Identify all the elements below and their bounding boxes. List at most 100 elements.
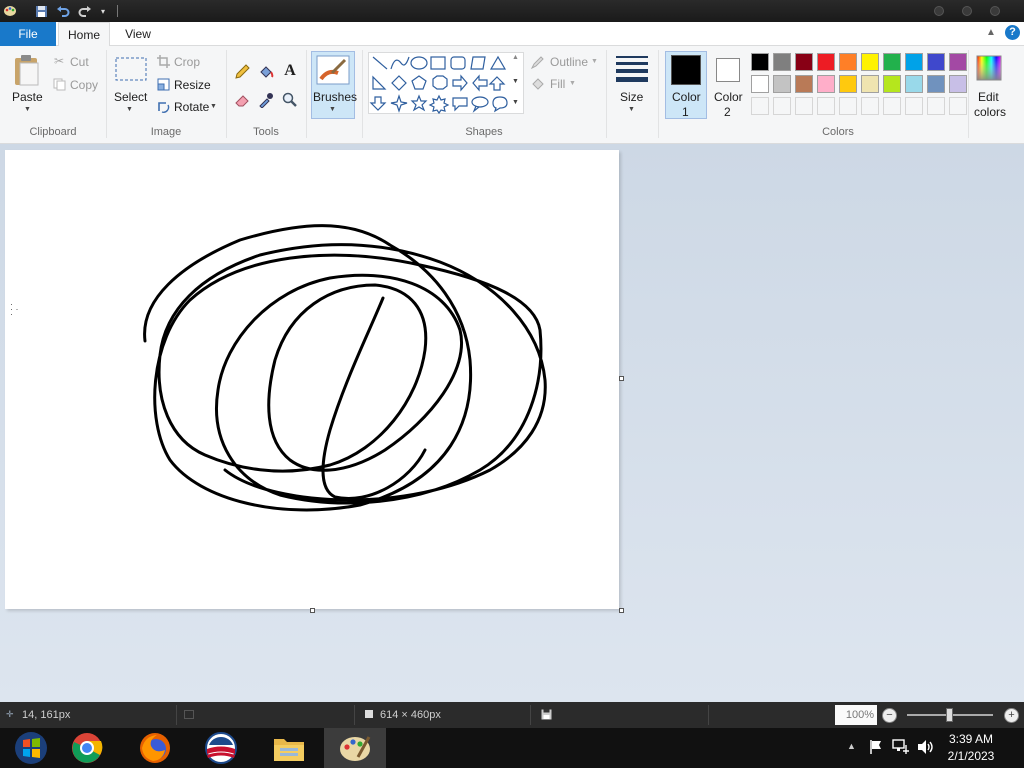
shapes-gallery[interactable] xyxy=(368,52,524,115)
custom-color-slot[interactable] xyxy=(795,97,813,115)
custom-color-slot[interactable] xyxy=(861,97,879,115)
close-button[interactable] xyxy=(990,6,1000,16)
custom-color-slot[interactable] xyxy=(839,97,857,115)
minimize-button[interactable] xyxy=(934,6,944,16)
select-dropdown-icon[interactable]: ▼ xyxy=(126,106,133,113)
canvas-resize-handle-bottom[interactable] xyxy=(310,608,315,613)
fill-button[interactable]: Fill xyxy=(550,77,565,91)
resize-button[interactable]: Resize xyxy=(174,78,211,92)
divider xyxy=(530,705,531,725)
save-icon[interactable] xyxy=(32,2,50,20)
color-swatch[interactable] xyxy=(905,75,923,93)
paste-icon[interactable] xyxy=(10,52,44,88)
firefox-icon[interactable] xyxy=(124,728,186,768)
color-swatch[interactable] xyxy=(905,53,923,71)
color-swatch[interactable] xyxy=(949,53,967,71)
cursor-position: 14, 161px xyxy=(22,709,71,721)
color-swatch[interactable] xyxy=(795,53,813,71)
color-swatch[interactable] xyxy=(773,75,791,93)
color-swatch[interactable] xyxy=(751,53,769,71)
paint-app-icon[interactable] xyxy=(2,2,18,20)
fill-bucket-icon[interactable] xyxy=(258,64,274,80)
undo-icon[interactable] xyxy=(54,2,72,20)
show-hidden-icons-icon[interactable]: ▲ xyxy=(847,741,856,751)
color-swatch[interactable] xyxy=(927,75,945,93)
text-icon[interactable]: A xyxy=(282,62,298,80)
tab-home[interactable]: Home xyxy=(58,22,110,47)
color-swatch[interactable] xyxy=(861,53,879,71)
shapes-scroll-down-icon[interactable]: ▼ xyxy=(512,78,519,85)
size-button[interactable]: Size xyxy=(620,90,643,104)
custom-color-slot[interactable] xyxy=(817,97,835,115)
pencil-icon[interactable] xyxy=(234,64,250,80)
copy-button[interactable]: Copy xyxy=(70,78,98,92)
custom-color-slot[interactable] xyxy=(949,97,967,115)
cut-icon: ✂ xyxy=(53,54,65,68)
size-dropdown-icon[interactable]: ▼ xyxy=(628,106,635,113)
outline-dropdown-icon[interactable]: ▼ xyxy=(591,58,598,65)
color-swatch[interactable] xyxy=(751,75,769,93)
rotate-button[interactable]: Rotate xyxy=(174,100,209,114)
redo-icon[interactable] xyxy=(76,2,94,20)
paste-dropdown-icon[interactable]: ▼ xyxy=(24,106,31,113)
shapes-scroll-up-icon[interactable]: ▲ xyxy=(512,54,519,61)
canvas-workspace[interactable]: · · · · xyxy=(0,144,1024,702)
zoom-slider-thumb[interactable] xyxy=(946,708,953,722)
color-swatch[interactable] xyxy=(773,53,791,71)
brushes-dropdown-icon[interactable]: ▼ xyxy=(329,106,336,113)
outline-button[interactable]: Outline xyxy=(550,55,588,69)
color-swatch[interactable] xyxy=(817,53,835,71)
select-button[interactable]: Select xyxy=(114,90,147,104)
customize-quick-access-icon[interactable]: ▾ xyxy=(96,2,110,20)
color-swatch[interactable] xyxy=(839,53,857,71)
color-swatch[interactable] xyxy=(861,75,879,93)
tab-file[interactable]: File xyxy=(0,22,56,46)
cut-button[interactable]: Cut xyxy=(70,55,89,69)
canvas-resize-handle-corner[interactable] xyxy=(619,608,624,613)
paste-button[interactable]: Paste xyxy=(12,90,43,104)
help-icon[interactable]: ? xyxy=(1005,25,1020,40)
custom-color-slot[interactable] xyxy=(927,97,945,115)
zoom-in-button[interactable]: + xyxy=(1004,708,1019,723)
color-swatch[interactable] xyxy=(927,53,945,71)
drawing-canvas[interactable] xyxy=(5,150,619,609)
color-swatch[interactable] xyxy=(795,75,813,93)
color-swatch[interactable] xyxy=(817,75,835,93)
campaign-logo-icon[interactable] xyxy=(190,728,252,768)
volume-icon[interactable] xyxy=(917,739,935,755)
color-swatch[interactable] xyxy=(949,75,967,93)
size-icon[interactable] xyxy=(615,56,649,82)
select-icon[interactable] xyxy=(114,56,148,82)
ribbon-tabs: File Home View ▲ ? xyxy=(0,22,1024,47)
magnifier-icon[interactable] xyxy=(282,92,298,108)
minimize-ribbon-icon[interactable]: ▲ xyxy=(986,27,996,38)
title-bar: ▾ xyxy=(0,0,1024,22)
color-picker-icon[interactable] xyxy=(258,92,274,108)
network-icon[interactable] xyxy=(892,739,910,755)
custom-color-slot[interactable] xyxy=(773,97,791,115)
edit-colors-icon[interactable] xyxy=(975,54,1003,82)
rotate-dropdown-icon[interactable]: ▼ xyxy=(210,103,217,110)
system-clock[interactable]: 3:39 AM 2/1/2023 xyxy=(936,731,1006,765)
maximize-button[interactable] xyxy=(962,6,972,16)
action-center-flag-icon[interactable] xyxy=(868,739,884,755)
crop-button[interactable]: Crop xyxy=(174,55,200,69)
outline-icon xyxy=(530,54,546,70)
custom-color-slot[interactable] xyxy=(751,97,769,115)
zoom-out-button[interactable]: − xyxy=(882,708,897,723)
fill-dropdown-icon[interactable]: ▼ xyxy=(569,80,576,87)
custom-color-slot[interactable] xyxy=(905,97,923,115)
tab-view[interactable]: View xyxy=(114,22,162,46)
start-button[interactable] xyxy=(0,728,62,768)
color-swatch[interactable] xyxy=(883,53,901,71)
eraser-icon[interactable] xyxy=(234,92,250,108)
color-swatch[interactable] xyxy=(883,75,901,93)
chrome-icon[interactable] xyxy=(56,728,118,768)
shapes-expand-icon[interactable]: ▼ xyxy=(512,99,519,106)
canvas-resize-handle-right[interactable] xyxy=(619,376,624,381)
copy-icon xyxy=(52,77,66,91)
file-explorer-icon[interactable] xyxy=(258,728,320,768)
paint-taskbar-icon[interactable] xyxy=(324,728,386,768)
custom-color-slot[interactable] xyxy=(883,97,901,115)
color-swatch[interactable] xyxy=(839,75,857,93)
